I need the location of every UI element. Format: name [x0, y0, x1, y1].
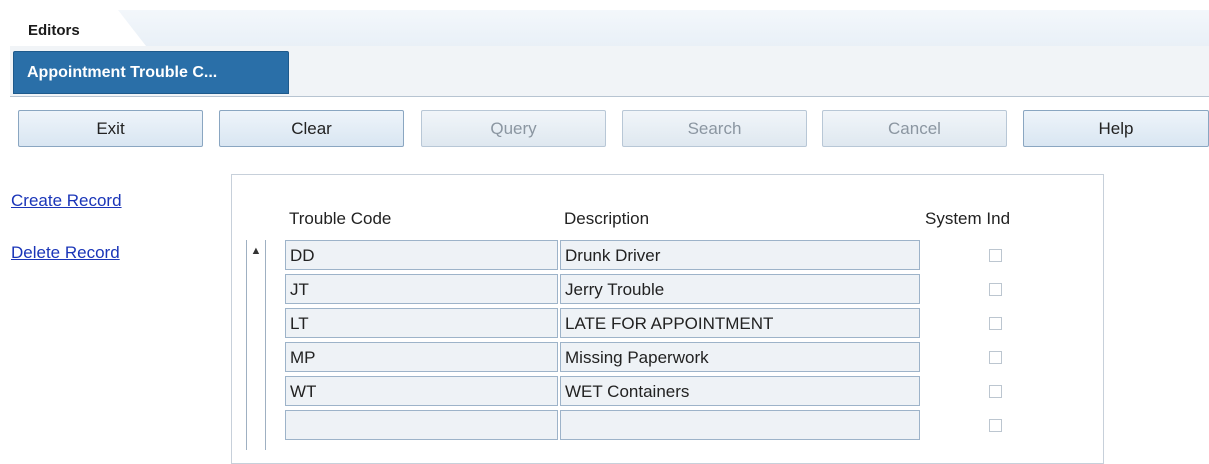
- system-ind-checkbox[interactable]: [989, 249, 1002, 262]
- trouble-code-cell[interactable]: WT: [285, 376, 558, 406]
- create-record-link[interactable]: Create Record: [11, 191, 122, 211]
- description-cell[interactable]: Drunk Driver: [560, 240, 920, 270]
- trouble-code-cell[interactable]: MP: [285, 342, 558, 372]
- clear-button[interactable]: Clear: [219, 110, 404, 147]
- system-ind-checkbox[interactable]: [989, 351, 1002, 364]
- column-header-trouble-code: Trouble Code: [289, 209, 392, 228]
- description-cell[interactable]: Jerry Trouble: [560, 274, 920, 304]
- description-cell[interactable]: Missing Paperwork: [560, 342, 920, 372]
- trouble-code-cell[interactable]: LT: [285, 308, 558, 338]
- query-button[interactable]: Query: [421, 110, 606, 147]
- scroll-up-arrow-icon[interactable]: ▲: [249, 244, 263, 258]
- tab-appointment-trouble-codes[interactable]: Appointment Trouble C...: [13, 51, 289, 94]
- column-header-system-ind: System Ind: [925, 209, 1011, 228]
- system-ind-checkbox[interactable]: [989, 419, 1002, 432]
- system-ind-checkbox[interactable]: [989, 283, 1002, 296]
- editors-tab-strip: [10, 10, 1209, 46]
- delete-record-link[interactable]: Delete Record: [11, 243, 120, 263]
- system-ind-checkbox[interactable]: [989, 385, 1002, 398]
- help-button[interactable]: Help: [1023, 110, 1209, 147]
- column-header-description: Description: [564, 209, 650, 228]
- trouble-code-cell[interactable]: DD: [285, 240, 558, 270]
- trouble-code-cell[interactable]: [285, 410, 558, 440]
- description-cell[interactable]: [560, 410, 920, 440]
- exit-button[interactable]: Exit: [18, 110, 203, 147]
- grid-scrollbar[interactable]: [246, 240, 266, 450]
- system-ind-checkbox[interactable]: [989, 317, 1002, 330]
- description-cell[interactable]: WET Containers: [560, 376, 920, 406]
- description-cell[interactable]: LATE FOR APPOINTMENT: [560, 308, 920, 338]
- cancel-button[interactable]: Cancel: [822, 110, 1007, 147]
- trouble-code-cell[interactable]: JT: [285, 274, 558, 304]
- search-button[interactable]: Search: [622, 110, 807, 147]
